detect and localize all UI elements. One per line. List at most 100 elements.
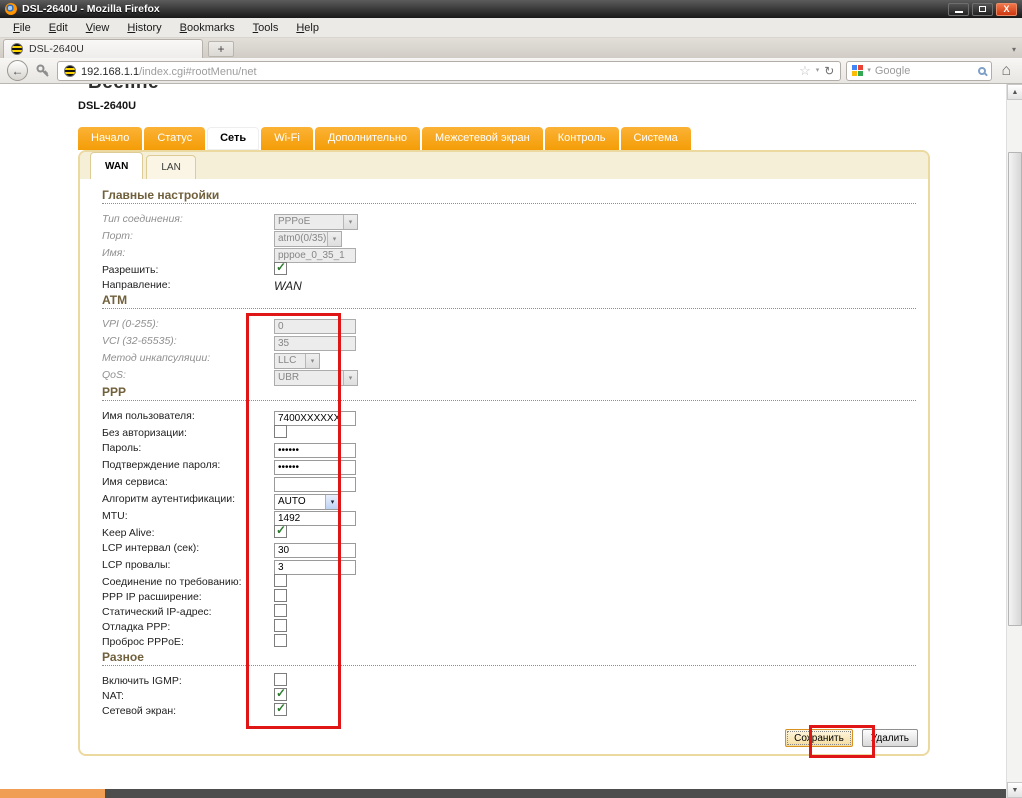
form-row: Отладка PPP: bbox=[102, 619, 906, 634]
delete-button[interactable]: Удалить bbox=[862, 729, 918, 747]
back-icon: ← bbox=[12, 65, 24, 77]
scroll-thumb[interactable] bbox=[1008, 152, 1022, 626]
save-button[interactable]: Сохранить bbox=[785, 729, 853, 747]
minimize-icon bbox=[955, 11, 963, 13]
text-input[interactable] bbox=[274, 543, 356, 558]
home-icon: ⌂ bbox=[1001, 62, 1011, 79]
field-label: Сетевой экран: bbox=[102, 705, 176, 717]
menu-item-help[interactable]: Help bbox=[287, 20, 328, 36]
window-title: DSL-2640U - Mozilla Firefox bbox=[22, 3, 160, 15]
section-title: PPP bbox=[102, 386, 906, 398]
chevron-down-icon: ▾ bbox=[343, 215, 357, 229]
vertical-scrollbar[interactable]: ▲ ▼ bbox=[1006, 84, 1022, 798]
router-tab[interactable]: Межсетевой экран bbox=[422, 127, 543, 150]
field-control bbox=[274, 540, 356, 558]
section-separator bbox=[102, 203, 916, 204]
field-label: Статический IP-адрес: bbox=[102, 606, 212, 618]
form-row: Соединение по требованию: bbox=[102, 574, 906, 589]
form-row: Алгоритм аутентификации:AUTO▾ bbox=[102, 491, 906, 508]
sub-tab-lan[interactable]: LAN bbox=[146, 155, 195, 179]
menu-item-bookmarks[interactable]: Bookmarks bbox=[171, 20, 244, 36]
scroll-up-button[interactable]: ▲ bbox=[1007, 84, 1022, 100]
text-input[interactable] bbox=[274, 248, 356, 263]
select-value: PPPoE bbox=[275, 215, 343, 229]
checkbox[interactable] bbox=[274, 673, 287, 686]
checkbox[interactable] bbox=[274, 604, 287, 617]
text-input[interactable] bbox=[274, 460, 356, 475]
form-row: VPI (0-255): bbox=[102, 316, 906, 333]
form-section: РазноеВключить IGMP:NAT:✓Сетевой экран:✓ bbox=[102, 651, 906, 718]
url-bar[interactable]: 192.168.1.1/index.cgi#rootMenu/net ☆ ▾ ↻ bbox=[57, 61, 841, 81]
close-button[interactable]: X bbox=[996, 3, 1017, 16]
form-row: Сетевой экран: ✓ bbox=[102, 703, 906, 718]
router-tab[interactable]: Статус bbox=[144, 127, 205, 150]
checkbox[interactable]: ✓ bbox=[274, 262, 287, 275]
form-row: Без авторизации: bbox=[102, 425, 906, 440]
text-input[interactable] bbox=[274, 319, 356, 334]
form-row: Пароль: bbox=[102, 440, 906, 457]
browser-tab[interactable]: DSL-2640U bbox=[3, 39, 203, 58]
sub-tab-wan[interactable]: WAN bbox=[90, 152, 143, 179]
checkbox[interactable]: ✓ bbox=[274, 525, 287, 538]
field-label: Пароль: bbox=[102, 442, 141, 454]
router-tab[interactable]: Система bbox=[621, 127, 691, 150]
menu-item-view[interactable]: View bbox=[77, 20, 119, 36]
field-label: VPI (0-255): bbox=[102, 318, 159, 330]
section-title: Главные настройки bbox=[102, 189, 906, 201]
router-tab[interactable]: Сеть bbox=[207, 127, 259, 150]
key-button[interactable] bbox=[33, 61, 52, 80]
search-engine-dropdown-icon[interactable]: ▾ bbox=[867, 67, 871, 74]
section-separator bbox=[102, 665, 916, 666]
text-input[interactable] bbox=[274, 511, 356, 526]
bookmark-star-icon[interactable]: ☆ bbox=[799, 64, 811, 77]
menu-item-edit[interactable]: Edit bbox=[40, 20, 77, 36]
restore-button[interactable] bbox=[972, 3, 993, 16]
checkbox[interactable] bbox=[274, 619, 287, 632]
search-bar[interactable]: ▾ Google bbox=[846, 61, 992, 81]
router-tab[interactable]: Контроль bbox=[545, 127, 619, 150]
browser-tab-title: DSL-2640U bbox=[29, 43, 84, 55]
field-label: NAT: bbox=[102, 690, 124, 702]
text-input[interactable] bbox=[274, 411, 356, 426]
text-input[interactable] bbox=[274, 560, 356, 575]
search-magnifier-icon[interactable] bbox=[978, 67, 986, 75]
field-control bbox=[274, 245, 356, 263]
form-buttons: Сохранить Удалить bbox=[785, 729, 918, 747]
chevron-down-icon: ▾ bbox=[343, 371, 357, 385]
router-tab[interactable]: Wi-Fi bbox=[261, 127, 313, 150]
checkbox[interactable] bbox=[274, 634, 287, 647]
checkbox[interactable]: ✓ bbox=[274, 688, 287, 701]
field-label: Имя сервиса: bbox=[102, 476, 168, 488]
home-button[interactable]: ⌂ bbox=[997, 63, 1015, 79]
router-tab[interactable]: Начало bbox=[78, 127, 142, 150]
back-button[interactable]: ← bbox=[7, 60, 28, 81]
form-row: Статический IP-адрес: bbox=[102, 604, 906, 619]
field-control bbox=[274, 474, 356, 492]
checkbox[interactable] bbox=[274, 589, 287, 602]
field-control bbox=[274, 408, 356, 426]
field-label: Алгоритм аутентификации: bbox=[102, 493, 235, 505]
field-label: Тип соединения: bbox=[102, 213, 183, 225]
form-section: ATMVPI (0-255):VCI (32-65535):Метод инка… bbox=[102, 294, 906, 384]
form-row: Keep Alive: ✓ bbox=[102, 525, 906, 540]
minimize-button[interactable] bbox=[948, 3, 969, 16]
tab-list-dropdown-icon[interactable]: ▾ bbox=[1012, 45, 1016, 54]
text-input[interactable] bbox=[274, 477, 356, 492]
select[interactable]: UBR▾ bbox=[274, 370, 358, 386]
menu-item-tools[interactable]: Tools bbox=[244, 20, 288, 36]
menu-item-file[interactable]: File bbox=[4, 20, 40, 36]
text-input[interactable] bbox=[274, 336, 356, 351]
url-dropdown-icon[interactable]: ▾ bbox=[816, 67, 820, 74]
reload-icon[interactable]: ↻ bbox=[824, 65, 834, 77]
menu-item-history[interactable]: History bbox=[118, 20, 170, 36]
form-row: LCP интервал (сек): bbox=[102, 540, 906, 557]
new-tab-button[interactable]: + bbox=[208, 41, 234, 57]
url-favicon bbox=[64, 65, 76, 77]
checkbox[interactable]: ✓ bbox=[274, 703, 287, 716]
router-tab[interactable]: Дополнительно bbox=[315, 127, 420, 150]
field-label: Keep Alive: bbox=[102, 527, 155, 539]
scroll-down-button[interactable]: ▼ bbox=[1007, 782, 1022, 798]
checkbox[interactable] bbox=[274, 574, 287, 587]
text-input[interactable] bbox=[274, 443, 356, 458]
checkbox[interactable] bbox=[274, 425, 287, 438]
